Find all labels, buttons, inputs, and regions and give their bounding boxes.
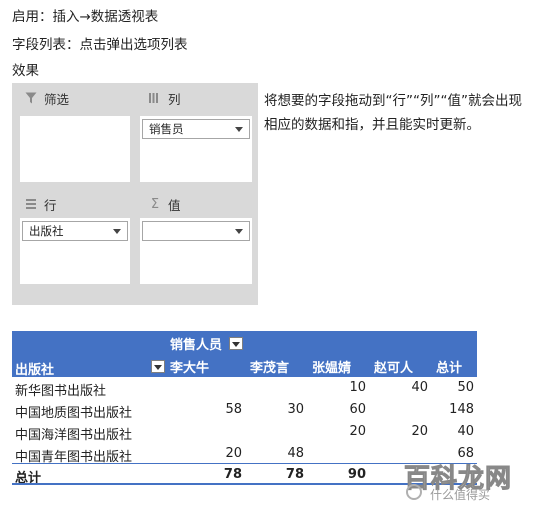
table-cell: 58 (225, 402, 242, 417)
rows-field-dropdown[interactable]: 出版社 (22, 221, 128, 241)
chevron-down-icon[interactable] (235, 127, 243, 132)
watermark: 百科龙网 什么值得买 (400, 458, 530, 504)
values-area-label: 值 (168, 197, 181, 213)
table-cell: 40 (457, 424, 474, 439)
table-cell: 20 (225, 446, 242, 461)
table-cell: 10 (349, 380, 366, 395)
column-header: 赵可人 (374, 361, 414, 376)
values-drop-zone (140, 218, 252, 284)
columns-area-header: 列 (136, 85, 181, 111)
column-header: 李大牛 (170, 361, 210, 376)
columns-icon (148, 92, 162, 104)
table-cell: 90 (347, 467, 366, 482)
table-cell: 20 (411, 424, 428, 439)
column-header: 张媪婧 (312, 361, 352, 376)
row-label: 新华图书出版社 (15, 384, 107, 399)
rows-area-label: 行 (44, 197, 57, 213)
table-cell: 48 (287, 446, 304, 461)
values-field-dropdown[interactable] (142, 221, 250, 241)
filter-area: 筛选 (12, 85, 136, 185)
columns-field-label: 销售员 (149, 122, 184, 136)
sigma-icon: Σ (150, 196, 160, 212)
rows-area-header: 行 (12, 191, 57, 217)
pivot-header-row-1: 销售人员 (12, 331, 477, 355)
table-cell: 78 (285, 467, 304, 482)
filter-drop-zone[interactable] (20, 116, 130, 182)
pivot-field-areas-panel: 筛选 列 销售员 行 出版社 Σ 值 (12, 83, 258, 305)
filter-icon (24, 92, 38, 104)
table-row: 新华图书出版社 10 40 50 (12, 377, 477, 399)
columns-drop-zone: 销售员 (140, 116, 252, 182)
table-row: 中国海洋图书出版社 20 20 40 (12, 421, 477, 443)
table-cell: 148 (449, 402, 474, 417)
watermark-subtext: 什么值得买 (430, 488, 491, 502)
table-cell: 30 (287, 402, 304, 417)
rows-drop-zone: 出版社 (20, 218, 130, 284)
column-header: 李茂言 (250, 361, 290, 376)
column-filter-button[interactable] (229, 337, 243, 350)
watermark-logo-icon (406, 484, 422, 500)
row-filter-button[interactable] (151, 360, 165, 373)
chevron-down-icon[interactable] (235, 229, 243, 234)
row-label: 中国地质图书出版社 (15, 406, 133, 421)
table-cell: 40 (411, 380, 428, 395)
column-field-label: 销售人员 (170, 338, 223, 353)
column-header: 总计 (436, 361, 463, 376)
columns-area-label: 列 (168, 91, 181, 107)
values-area-header: Σ 值 (136, 191, 181, 217)
columns-area: 列 销售员 (136, 85, 258, 185)
values-area: Σ 值 (136, 187, 258, 303)
table-row: 中国地质图书出版社 58 30 60 148 (12, 399, 477, 421)
rows-area: 行 出版社 (12, 187, 136, 303)
pivot-header-row-2: 出版社 李大牛 李茂言 张媪婧 赵可人 总计 (12, 355, 477, 378)
table-cell: 60 (349, 402, 366, 417)
filter-area-label: 筛选 (44, 91, 70, 107)
filter-area-header: 筛选 (12, 85, 69, 111)
intro-line-2: 字段列表：点击弹出选项列表 (12, 37, 188, 53)
row-field-label: 出版社 (15, 363, 55, 378)
rows-icon (24, 198, 38, 210)
chevron-down-icon[interactable] (113, 229, 121, 234)
table-cell: 50 (457, 380, 474, 395)
row-label: 中国海洋图书出版社 (15, 428, 133, 443)
description-text: 将想要的字段拖动到“行”“列”“值”就会出现相应的数据和指，并且能实时更新。 (264, 93, 522, 133)
intro-line-1: 启用：插入→数据透视表 (12, 9, 159, 25)
table-cell: 78 (223, 467, 242, 482)
rows-field-label: 出版社 (29, 224, 64, 238)
intro-line-3: 效果 (12, 63, 39, 79)
columns-field-dropdown[interactable]: 销售员 (142, 119, 250, 139)
table-cell: 20 (349, 424, 366, 439)
